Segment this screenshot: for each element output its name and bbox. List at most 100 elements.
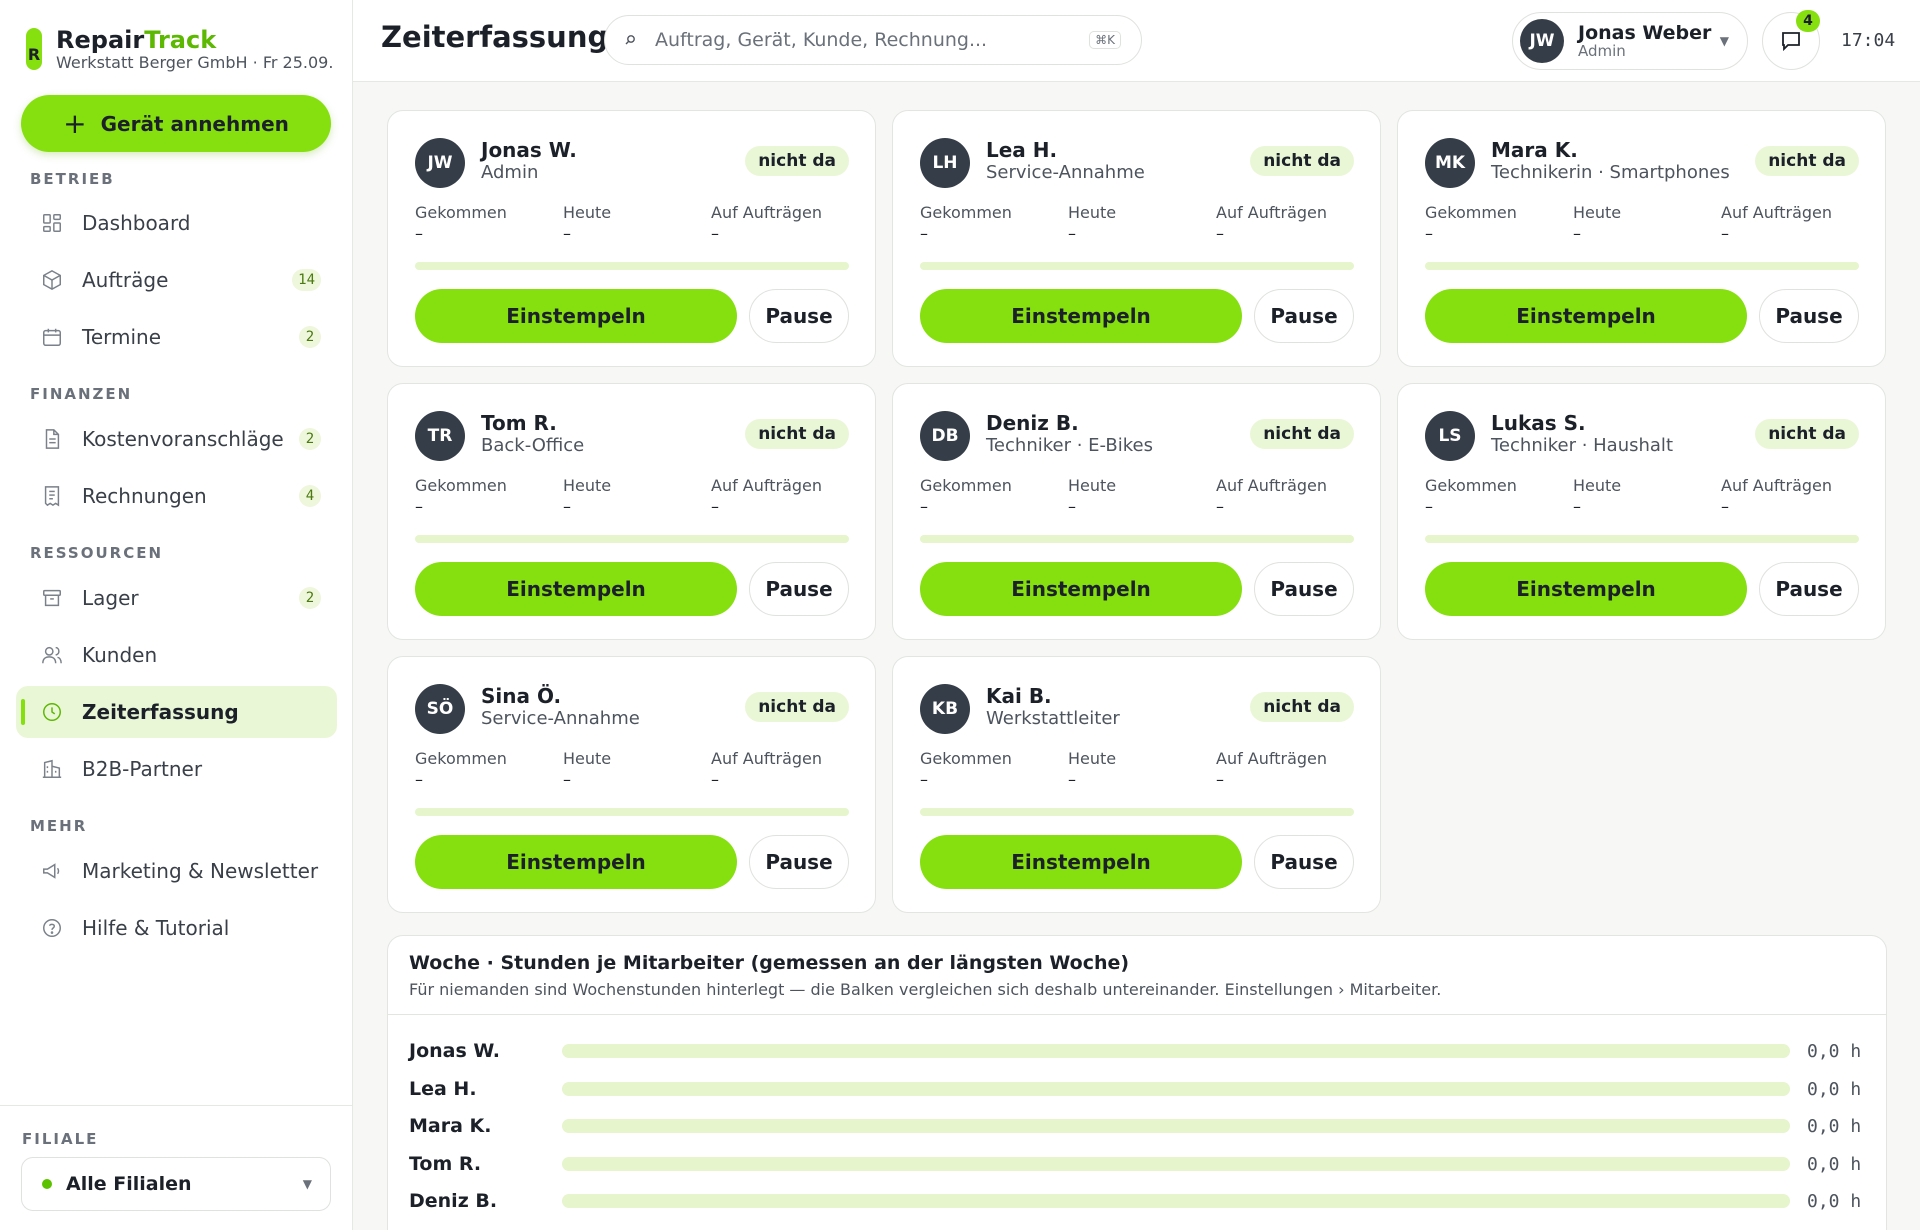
clock-in-button[interactable]: Einstempeln <box>415 562 737 616</box>
document-icon <box>40 427 64 451</box>
weekly-hours-panel: Woche · Stunden je Mitarbeiter (gemessen… <box>387 935 1887 1230</box>
avatar: KB <box>920 684 970 734</box>
employee-name: Tom R. <box>409 1153 482 1175</box>
sidebar: R RepairTrack Werkstatt Berger GmbH · Fr… <box>0 0 353 1230</box>
stat-on-jobs: Auf Aufträgen – <box>1216 476 1327 516</box>
weekly-hours-title: Woche · Stunden je Mitarbeiter (gemessen… <box>409 952 1130 974</box>
stat-value: – <box>711 770 719 789</box>
status-badge: nicht da <box>745 419 849 449</box>
pause-button[interactable]: Pause <box>1254 289 1354 343</box>
stat-label: Auf Aufträgen <box>711 476 823 495</box>
avatar: LS <box>1425 411 1475 461</box>
stat-label: Gekommen <box>1425 203 1517 222</box>
pause-button[interactable]: Pause <box>749 562 849 616</box>
pause-button[interactable]: Pause <box>1254 835 1354 889</box>
hours-value: 0,0 h <box>1807 1040 1862 1062</box>
status-badge: nicht da <box>1250 692 1354 722</box>
stat-value: – <box>563 224 571 243</box>
brand-text: RepairTrack Werkstatt Berger GmbH · Fr 2… <box>56 26 333 72</box>
pause-button[interactable]: Pause <box>1759 562 1859 616</box>
stat-on-jobs: Auf Aufträgen – <box>711 476 822 516</box>
employee-card: JW Jonas W. Admin nicht da Gekommen – Heu… <box>387 110 876 367</box>
employee-name: Deniz B. <box>409 1190 498 1212</box>
stat-value: – <box>1721 497 1729 516</box>
pause-button[interactable]: Pause <box>749 289 849 343</box>
stat-value: – <box>1216 497 1224 516</box>
progress-bar <box>920 262 1354 270</box>
sidebar-item-rechnungen[interactable]: Rechnungen 4 <box>16 470 337 522</box>
stat-on-jobs: Auf Aufträgen – <box>711 749 822 789</box>
clock-in-button[interactable]: Einstempeln <box>1425 289 1747 343</box>
clock-in-button[interactable]: Einstempeln <box>920 562 1242 616</box>
stat-label: Auf Aufträgen <box>1721 203 1833 222</box>
sidebar-item-kostenvoranschlaege[interactable]: Kostenvoranschläge 2 <box>16 413 337 465</box>
brand-name-part1: Repair <box>56 26 145 54</box>
sidebar-item-label: Marketing & Newsletter <box>82 859 319 883</box>
employee-name: Lukas S. <box>1491 411 1586 435</box>
section-label-mehr: MEHR <box>30 817 88 835</box>
avatar: LH <box>920 138 970 188</box>
user-info: Jonas Weber Admin <box>1564 21 1712 60</box>
hours-bar <box>562 1044 1790 1058</box>
clock-in-button[interactable]: Einstempeln <box>415 835 737 889</box>
stat-label: Auf Aufträgen <box>1216 476 1328 495</box>
clock-in-button[interactable]: Einstempeln <box>920 289 1242 343</box>
top-header: Zeiterfassung ⌘K JW Jonas Weber Admin ▼ … <box>353 0 1920 82</box>
pause-button[interactable]: Pause <box>1759 289 1859 343</box>
sidebar-item-hilfe[interactable]: Hilfe & Tutorial <box>16 902 337 954</box>
chevron-down-icon: ▼ <box>1719 34 1729 48</box>
user-role: Admin <box>1578 41 1626 60</box>
stat-label: Heute <box>1573 476 1622 495</box>
sidebar-item-dashboard[interactable]: Dashboard <box>16 197 337 249</box>
stat-label: Heute <box>563 203 612 222</box>
pause-button[interactable]: Pause <box>749 835 849 889</box>
stat-label: Auf Aufträgen <box>1721 476 1833 495</box>
stat-today: Heute – <box>1573 203 1621 243</box>
plus-icon: + <box>63 106 87 140</box>
progress-bar <box>415 808 849 816</box>
employee-name: Deniz B. <box>986 411 1079 435</box>
page-title: Zeiterfassung <box>381 20 609 54</box>
count-badge: 14 <box>292 269 321 291</box>
employee-role: Admin <box>481 162 539 183</box>
clock-in-button[interactable]: Einstempeln <box>415 289 737 343</box>
sidebar-item-marketing[interactable]: Marketing & Newsletter <box>16 845 337 897</box>
user-menu[interactable]: JW Jonas Weber Admin ▼ <box>1512 12 1748 70</box>
stat-value: – <box>415 224 423 243</box>
search-bar[interactable]: ⌘K <box>604 15 1142 65</box>
stat-label: Heute <box>1068 203 1117 222</box>
sidebar-item-auftraege[interactable]: Aufträge 14 <box>16 254 337 306</box>
stat-value: – <box>563 497 571 516</box>
search-input[interactable] <box>655 29 1075 51</box>
employee-card: MK Mara K. Technikerin · Smartphones nic… <box>1397 110 1886 367</box>
building-icon <box>40 757 64 781</box>
employee-card: TR Tom R. Back-Office nicht da Gekommen –… <box>387 383 876 640</box>
avatar: JW <box>1520 19 1564 63</box>
pause-button[interactable]: Pause <box>1254 562 1354 616</box>
chat-icon <box>1782 32 1800 52</box>
sidebar-item-kunden[interactable]: Kunden <box>16 629 337 681</box>
branch-select[interactable]: Alle Filialen ▼ <box>21 1157 331 1211</box>
stat-on-jobs: Auf Aufträgen – <box>1216 749 1327 789</box>
status-badge: nicht da <box>1250 419 1354 449</box>
stat-today: Heute – <box>563 203 611 243</box>
stat-value: – <box>563 770 571 789</box>
clock-in-button[interactable]: Einstempeln <box>1425 562 1747 616</box>
user-name: Jonas Weber <box>1578 21 1712 44</box>
sidebar-item-b2b-partner[interactable]: B2B-Partner <box>16 743 337 795</box>
branch-value: Alle Filialen <box>66 1173 192 1195</box>
sidebar-item-termine[interactable]: Termine 2 <box>16 311 337 363</box>
status-badge: nicht da <box>745 146 849 176</box>
progress-bar <box>1425 535 1859 543</box>
add-device-button[interactable]: + Gerät annehmen <box>21 95 331 152</box>
sidebar-item-zeiterfassung[interactable]: Zeiterfassung <box>16 686 337 738</box>
stat-value: – <box>711 224 719 243</box>
brand[interactable]: R RepairTrack Werkstatt Berger GmbH · Fr… <box>26 26 333 72</box>
stat-label: Heute <box>563 749 612 768</box>
sidebar-item-lager[interactable]: Lager 2 <box>16 572 337 624</box>
clock-in-button[interactable]: Einstempeln <box>920 835 1242 889</box>
weekly-hours-note: Für niemanden sind Wochenstunden hinterl… <box>409 980 1442 999</box>
section-label-finanzen: FINANZEN <box>30 385 133 403</box>
progress-bar <box>415 262 849 270</box>
stat-value: – <box>1425 497 1433 516</box>
